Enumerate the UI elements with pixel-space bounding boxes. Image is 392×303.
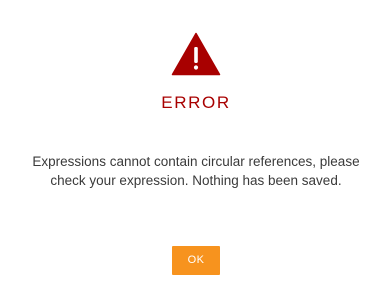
warning-icon bbox=[171, 32, 221, 76]
error-message: Expressions cannot contain circular refe… bbox=[32, 154, 360, 188]
dialog-title: ERROR bbox=[161, 93, 231, 112]
error-dialog: ERROR Expressions cannot contain circula… bbox=[0, 0, 392, 303]
ok-button[interactable]: OK bbox=[172, 246, 220, 275]
